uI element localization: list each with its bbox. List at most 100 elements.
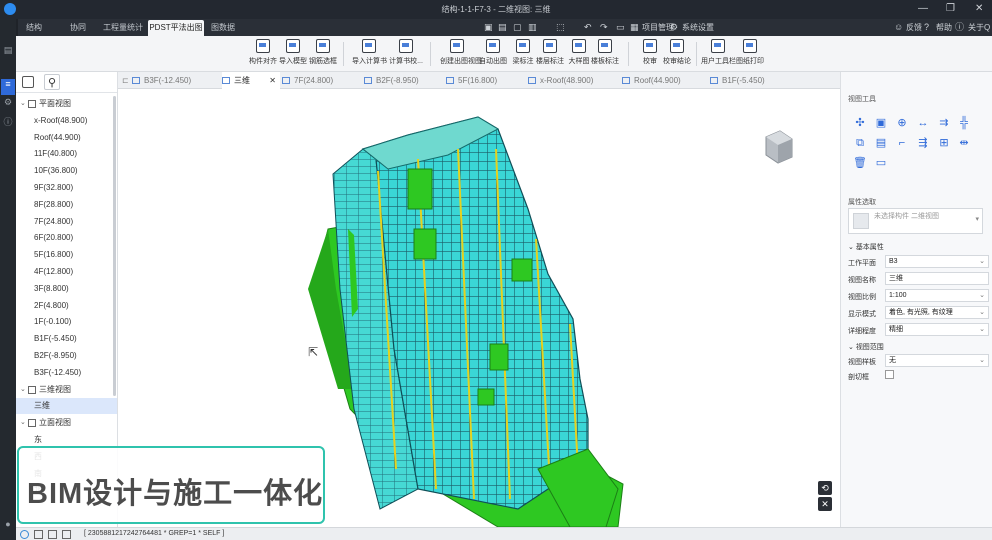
browser-view-icon[interactable]: [22, 76, 34, 88]
status-globe-icon[interactable]: [20, 530, 29, 539]
about-link[interactable]: 关于Q: [968, 22, 990, 33]
align-tool-icon[interactable]: ▣: [874, 116, 888, 130]
view-tab[interactable]: B3F(-12.450): [132, 72, 220, 89]
tree-group[interactable]: ⌄ 立面视图: [16, 415, 117, 431]
tree-item[interactable]: 三维: [16, 398, 117, 415]
module-structure-icon[interactable]: ▤: [1, 45, 15, 61]
mirror-tool-icon[interactable]: ↔: [916, 116, 930, 130]
save-as-icon[interactable]: ▥: [528, 20, 537, 35]
undo-icon[interactable]: ↶: [584, 20, 592, 35]
new-icon[interactable]: ▢: [513, 20, 522, 35]
view-cube[interactable]: [758, 127, 798, 167]
tab-data[interactable]: 图数据: [206, 20, 240, 36]
help-link[interactable]: 帮助: [936, 22, 952, 33]
delete-icon[interactable]: 🗑: [853, 156, 867, 170]
section-box-checkbox[interactable]: [885, 370, 894, 379]
work-plane-select[interactable]: B3 ⌄: [885, 255, 989, 268]
basic-properties-section[interactable]: ⌄ 基本属性: [848, 242, 884, 252]
scale-tool-icon[interactable]: ⊞: [937, 136, 951, 150]
review-conclusion-button[interactable]: 校审结论: [660, 39, 694, 69]
feedback-link[interactable]: 反馈: [906, 22, 922, 33]
rotate-view-icon[interactable]: ⟲: [818, 481, 832, 495]
status-grid-icon[interactable]: [48, 530, 57, 539]
close-button[interactable]: ✕: [975, 3, 983, 14]
offset-tool-icon[interactable]: ⇉: [937, 116, 951, 130]
expand-icon[interactable]: ⌄: [20, 96, 26, 112]
tree-item[interactable]: B2F(-8.950): [16, 348, 117, 364]
status-layer-icon[interactable]: [34, 530, 43, 539]
system-settings-menu[interactable]: 系统设置: [682, 22, 714, 33]
tree-item[interactable]: 8F(28.800): [16, 197, 117, 213]
tree-group[interactable]: ⌄ 平面视图: [16, 96, 117, 112]
maximize-button[interactable]: ❐: [946, 3, 955, 14]
auto-drawing-button[interactable]: 自动出图: [476, 39, 510, 69]
view-scale-select[interactable]: 1:100 ⌄: [885, 289, 989, 302]
tree-item[interactable]: 7F(24.800): [16, 214, 117, 230]
rotate-tool-icon[interactable]: ⊕: [895, 116, 909, 130]
layout-icon[interactable]: ▭: [616, 20, 625, 35]
module-info-icon[interactable]: ⓘ: [1, 115, 15, 131]
view-tab[interactable]: Roof(44.900): [622, 72, 708, 89]
module-settings-icon[interactable]: ⚙: [1, 97, 15, 113]
import-calc-button[interactable]: 导入计算书: [352, 39, 387, 69]
zoom-view-icon[interactable]: ✕: [818, 497, 832, 511]
browser-scrollbar[interactable]: [113, 96, 116, 396]
measure-icon[interactable]: ▭: [874, 156, 888, 170]
tree-item[interactable]: 5F(16.800): [16, 247, 117, 263]
tree-item[interactable]: x-Roof(48.900): [16, 113, 117, 129]
close-tab-icon[interactable]: ✕: [269, 72, 276, 89]
tab-scroll-icon[interactable]: ⊏: [122, 72, 129, 89]
tree-item[interactable]: 9F(32.800): [16, 180, 117, 196]
expand-icon[interactable]: ⌄: [20, 382, 26, 398]
flip-tool-icon[interactable]: ⇹: [957, 136, 971, 150]
tree-item[interactable]: 2F(4.800): [16, 298, 117, 314]
expand-icon[interactable]: ⌄: [20, 415, 26, 431]
redo-icon[interactable]: ↷: [600, 20, 608, 35]
rebar-select-button[interactable]: 钢筋选框: [306, 39, 340, 69]
view-tab[interactable]: 7F(24.800): [282, 72, 362, 89]
tab-quantity[interactable]: 工程量统计: [98, 20, 148, 36]
extend-tool-icon[interactable]: ⇶: [916, 136, 930, 150]
create-drawing-view-button[interactable]: 创建出图视图: [440, 39, 482, 69]
tab-structure[interactable]: 结构: [18, 20, 50, 36]
tree-item[interactable]: 4F(12.800): [16, 264, 117, 280]
view-tab[interactable]: B2F(-8.950): [364, 72, 444, 89]
tree-item[interactable]: B1F(-5.450): [16, 331, 117, 347]
user-toolbar-button[interactable]: 用户工具栏: [701, 39, 736, 69]
tree-group[interactable]: ⌄ 三维视图: [16, 382, 117, 398]
tree-item[interactable]: Roof(44.900): [16, 130, 117, 146]
card-dropdown-icon[interactable]: ▾: [975, 215, 979, 223]
tree-item[interactable]: 10F(36.800): [16, 163, 117, 179]
tab-pdst[interactable]: PDST平法出图: [148, 20, 204, 36]
view-tab[interactable]: x-Roof(48.900): [528, 72, 620, 89]
tree-item[interactable]: 1F(-0.100): [16, 314, 117, 330]
move-icon[interactable]: ✣: [853, 116, 867, 130]
import-model-button[interactable]: 导入模型: [276, 39, 310, 69]
view-range-section[interactable]: ⌄ 视图范围: [848, 342, 884, 352]
view-name-input[interactable]: 三维: [885, 272, 989, 285]
calc-check-button[interactable]: 计算书校...: [389, 39, 423, 69]
tree-item[interactable]: 11F(40.800): [16, 146, 117, 162]
minimize-button[interactable]: —: [918, 3, 928, 14]
detail-level-select[interactable]: 精细 ⌄: [885, 323, 989, 336]
view-tab-active[interactable]: 三维 ✕: [222, 72, 280, 89]
tree-item[interactable]: B3F(-12.450): [16, 365, 117, 381]
trim-tool-icon[interactable]: ⌐: [895, 136, 909, 150]
copy-tool-icon[interactable]: ⧉: [853, 136, 867, 150]
tree-item[interactable]: 6F(20.800): [16, 230, 117, 246]
share-icon[interactable]: ⬚: [556, 20, 565, 35]
display-mode-select[interactable]: 着色, 有光照, 有纹理 ⌄: [885, 306, 989, 319]
open-icon[interactable]: ▤: [498, 20, 507, 35]
status-snap-icon[interactable]: [62, 530, 71, 539]
selected-element-card[interactable]: 未选择构件 二维视图 ▾: [848, 208, 983, 234]
save-icon[interactable]: ▣: [484, 20, 493, 35]
view-tab[interactable]: 5F(16.800): [446, 72, 526, 89]
module-drawing-icon[interactable]: ≡: [1, 79, 15, 95]
view-tab[interactable]: B1F(-5.450): [710, 72, 796, 89]
array-tool-icon[interactable]: ▤: [874, 136, 888, 150]
slab-annotation-button[interactable]: 楼板标注: [588, 39, 622, 69]
tab-collaborate[interactable]: 协同: [60, 20, 96, 36]
tree-item[interactable]: 3F(8.800): [16, 281, 117, 297]
split-tool-icon[interactable]: ╬: [957, 116, 971, 130]
view-template-select[interactable]: 无 ⌄: [885, 354, 989, 367]
